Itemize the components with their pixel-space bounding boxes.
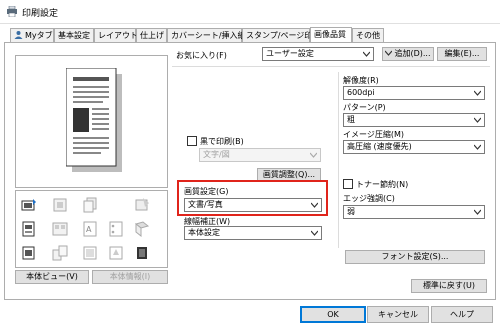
title-bar: 印刷設定 — [0, 0, 500, 24]
folding-icon — [134, 221, 150, 237]
stapler-icon — [53, 198, 67, 212]
highlight-box — [177, 180, 328, 216]
resolution-select[interactable]: 600dpi — [343, 86, 485, 100]
tab-basic[interactable]: 基本設定 — [54, 28, 94, 42]
compression-label: イメージ圧縮(M) — [343, 130, 404, 139]
offset-icon — [83, 246, 97, 260]
tab-image-quality[interactable]: 画像品質 — [310, 27, 352, 43]
chevron-down-icon — [474, 209, 481, 215]
help-button[interactable]: ヘルプ — [431, 306, 493, 323]
reset-defaults-button[interactable]: 標準に戻す(U) — [411, 279, 487, 293]
chevron-down-icon — [474, 117, 481, 123]
tab-stamp[interactable]: スタンプ/ページ印字 — [242, 28, 320, 42]
favorites-select[interactable]: ユーザー設定 — [262, 47, 374, 61]
svg-text:A: A — [86, 225, 92, 234]
device-info-button[interactable]: 本体情報(I) — [92, 270, 168, 284]
punch-icon — [109, 221, 123, 237]
finisher-icon — [135, 198, 149, 211]
rotate-icon — [109, 246, 123, 260]
resolution-label: 解像度(R) — [343, 76, 379, 85]
tab-other[interactable]: その他 — [352, 28, 384, 42]
add-favorite-button[interactable]: 追加(D)... — [382, 47, 434, 61]
output-tray-icon — [22, 246, 35, 260]
collate-icon — [52, 245, 68, 261]
text-page-icon: A — [83, 221, 97, 237]
cancel-button[interactable]: キャンセル — [367, 306, 429, 323]
tab-cover-sheet[interactable]: カバーシート/挿入紙 — [167, 28, 246, 42]
window-title: 印刷設定 — [22, 9, 59, 19]
tab-mytab[interactable]: Myタブ — [10, 28, 54, 42]
chevron-down-icon — [474, 90, 481, 96]
chevron-down-icon — [474, 144, 481, 150]
print-preview — [15, 55, 168, 188]
edit-favorite-button[interactable]: 編集(E)... — [437, 47, 487, 61]
black-print-label: 黒で印刷(B) — [200, 137, 244, 146]
line-width-select[interactable]: 本体設定 — [184, 226, 322, 240]
chevron-down-icon — [310, 152, 317, 158]
printer-icon — [7, 6, 17, 17]
device-view-button[interactable]: 本体ビュー(V) — [15, 270, 89, 284]
favorites-label: お気に入り(F) — [176, 51, 227, 60]
tab-strip: Myタブ 基本設定 レイアウト 仕上げ カバーシート/挿入紙 スタンプ/ページ印… — [0, 27, 500, 43]
chevron-down-icon — [311, 230, 318, 236]
edge-label: エッジ強調(C) — [343, 194, 395, 203]
duplex-icon — [22, 221, 35, 237]
user-icon — [14, 31, 23, 39]
font-settings-button[interactable]: フォント設定(S)... — [345, 250, 485, 264]
input-tray-icon — [21, 199, 36, 211]
document-preview-icon — [66, 68, 122, 172]
right-group-border — [338, 72, 339, 248]
black-print-checkbox[interactable] — [187, 136, 197, 146]
tab-finishing[interactable]: 仕上げ — [136, 28, 167, 42]
ok-button[interactable]: OK — [300, 306, 366, 323]
toner-save-label: トナー節約(N) — [356, 180, 409, 189]
pattern-label: パターン(P) — [343, 103, 386, 112]
chevron-down-icon — [385, 50, 393, 56]
pattern-select[interactable]: 粗 — [343, 113, 485, 127]
tab-layout[interactable]: レイアウト — [94, 28, 138, 42]
device-status-panel: A — [15, 190, 168, 268]
compression-select[interactable]: 高圧縮 (速度優先) — [343, 140, 485, 154]
black-print-select[interactable]: 文字/図 — [199, 148, 321, 162]
toner-save-checkbox[interactable] — [343, 179, 353, 189]
favorites-divider — [172, 66, 490, 67]
chevron-down-icon — [363, 51, 370, 57]
cover-icon — [137, 247, 147, 259]
copy-icon — [83, 197, 97, 213]
booklet-icon — [52, 222, 68, 236]
edge-select[interactable]: 弱 — [343, 205, 485, 219]
